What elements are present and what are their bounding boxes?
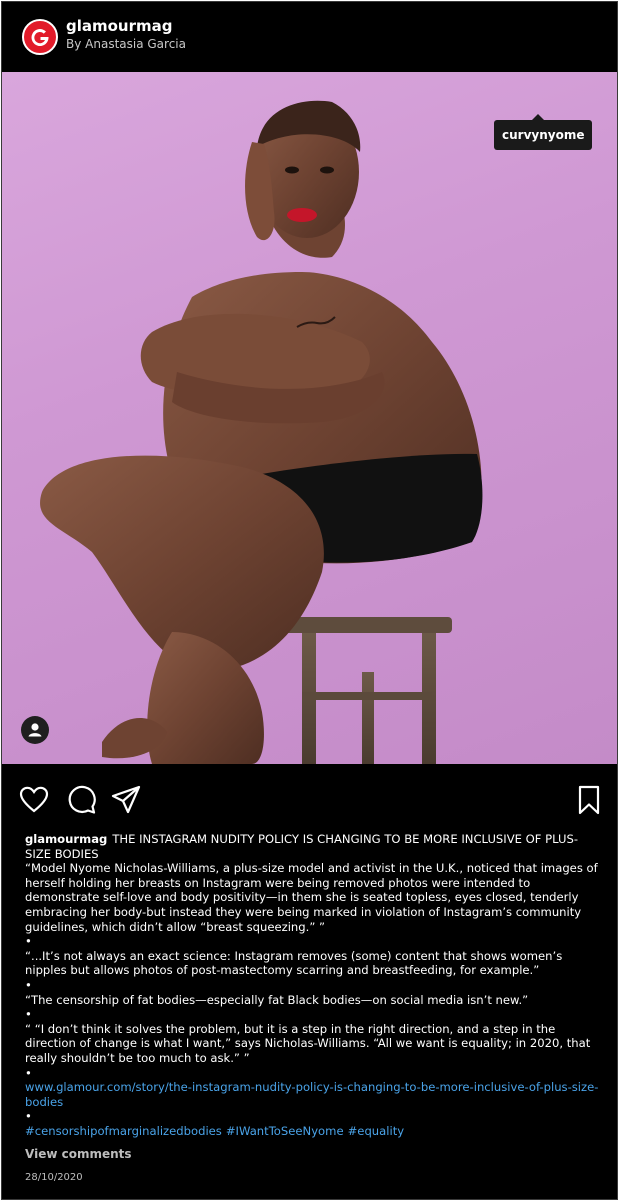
post-date: 28/10/2020 [25,1172,83,1183]
hashtag[interactable]: #equality [348,1124,405,1138]
heart-icon[interactable] [18,784,50,816]
caption-bullet: • [25,977,32,992]
glamour-g-logo [31,29,49,47]
caption-username[interactable]: glamourmag [25,832,107,846]
user-tag-label[interactable]: curvynyome [494,120,593,150]
caption-bullet: • [25,1109,32,1124]
caption-paragraph: “...It’s not always an exact science: In… [25,948,563,978]
caption-bullet: • [25,1007,32,1022]
hashtag-list: #censorshipofmarginalizedbodies #IWantToS… [25,1124,600,1139]
caption-headline-line: glamourmag THE INSTAGRAM NUDITY POLICY IS… [25,832,600,861]
account-byline: By Anastasia Garcia [66,37,186,51]
model-photo-illustration [40,100,483,764]
comment-icon[interactable] [65,784,97,816]
account-username[interactable]: glamourmag [66,17,173,35]
hashtag[interactable]: #censorshipofmarginalizedbodies [25,1124,222,1138]
paper-plane-icon[interactable] [110,784,142,816]
tagged-users-button[interactable] [21,716,49,744]
action-bar [2,764,617,826]
post-caption: glamourmag THE INSTAGRAM NUDITY POLICY IS… [25,832,600,1138]
article-link[interactable]: www.glamour.com/story/the-instagram-nudi… [25,1080,600,1109]
caption-headline: THE INSTAGRAM NUDITY POLICY IS CHANGING … [25,832,579,861]
caption-bullet: • [25,1065,32,1080]
bookmark-icon[interactable] [573,784,605,816]
post-photo[interactable]: curvynyome [2,72,617,764]
user-icon [28,723,42,737]
post-header: glamourmag By Anastasia Garcia [2,2,617,72]
caption-paragraph: “ “I don’t think it solves the problem, … [25,1021,591,1065]
caption-paragraph: “The censorship of fat bodies—especially… [25,992,529,1007]
glamour-logo-avatar[interactable] [22,19,58,55]
hashtag[interactable]: #IWantToSeeNyome [226,1124,344,1138]
view-comments-link[interactable]: View comments [25,1147,132,1161]
post-frame: glamourmag By Anastasia Garcia curvynyom… [1,1,618,1200]
caption-bullet: • [25,934,32,949]
caption-paragraph: “Model Nyome Nicholas-Williams, a plus-s… [25,861,598,934]
